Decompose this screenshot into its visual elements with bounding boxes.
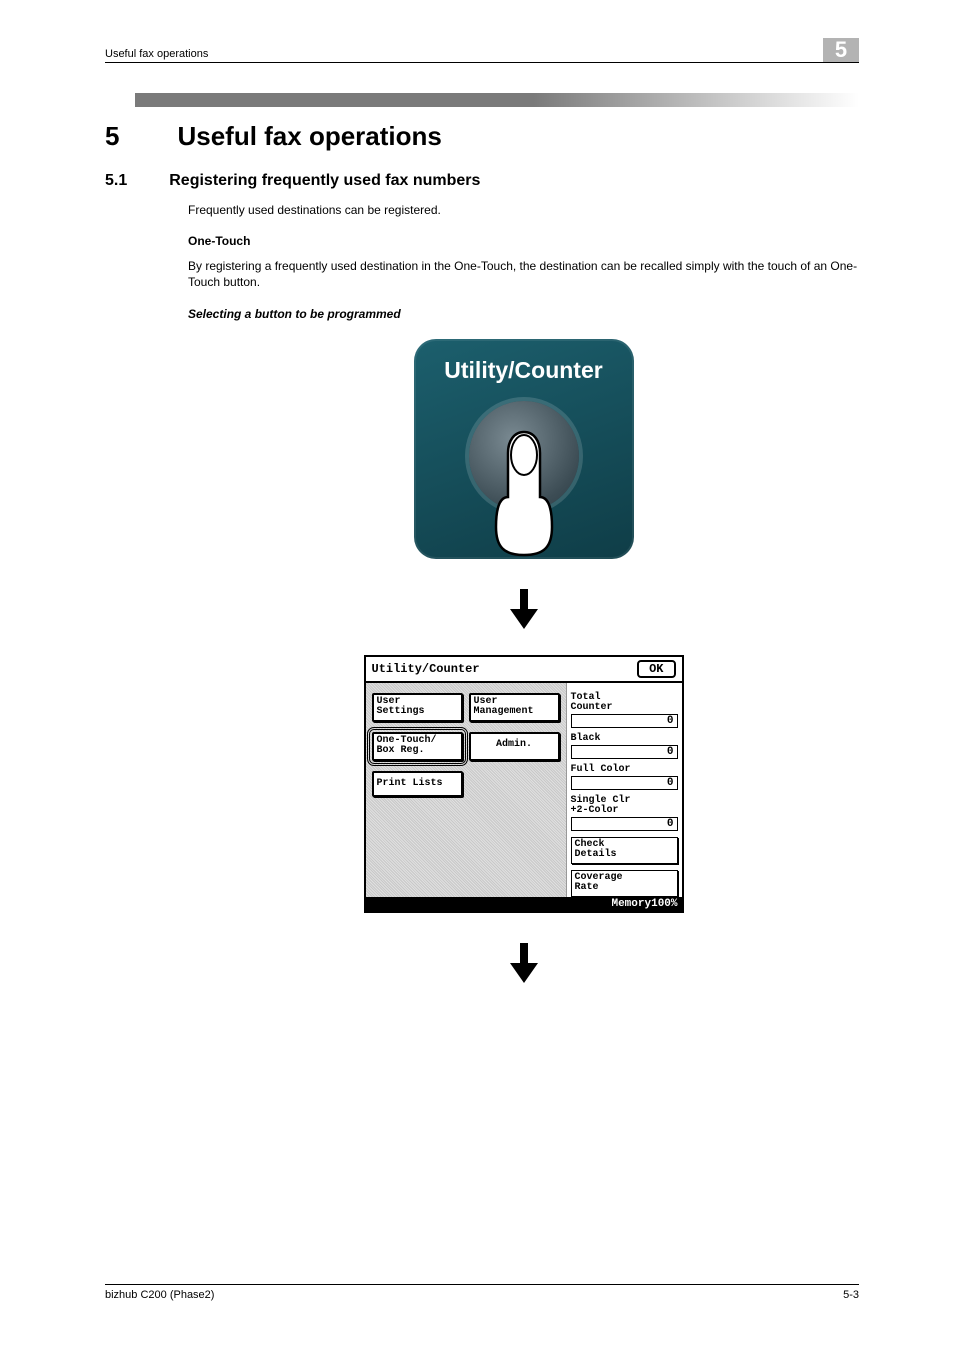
lcd-right-panel: Total Counter 0 Black 0 Full Color 0 Sin… xyxy=(566,683,682,897)
one-touch-heading: One-Touch xyxy=(188,234,859,248)
lcd-left-panel: User Settings User Management One-Touch/… xyxy=(366,683,566,897)
running-title: Useful fax operations xyxy=(105,48,208,60)
lcd-title: Utility/Counter xyxy=(372,662,480,676)
black-counter-label: Black xyxy=(571,734,678,744)
running-header: Useful fax operations 5 xyxy=(105,38,859,63)
full-color-label: Full Color xyxy=(571,765,678,775)
one-touch-body: By registering a frequently used destina… xyxy=(188,258,859,290)
admin-button[interactable]: Admin. xyxy=(469,732,560,761)
one-touch-box-reg-button[interactable]: One-Touch/ Box Reg. xyxy=(372,732,463,761)
check-details-button[interactable]: Check Details xyxy=(571,837,678,864)
chapter-badge: 5 xyxy=(823,38,859,62)
utility-counter-label: Utility/Counter xyxy=(414,357,634,384)
intro-text: Frequently used destinations can be regi… xyxy=(188,202,859,218)
full-color-value: 0 xyxy=(571,776,678,790)
ok-button[interactable]: OK xyxy=(637,660,675,678)
single-color-value: 0 xyxy=(571,817,678,831)
footer-left: bizhub C200 (Phase2) xyxy=(105,1289,214,1301)
chapter-heading: 5 Useful fax operations xyxy=(105,121,859,152)
down-arrow-icon xyxy=(510,943,538,983)
down-arrow-icon xyxy=(510,589,538,629)
user-settings-button[interactable]: User Settings xyxy=(372,693,463,722)
finger-press-icon xyxy=(484,427,564,557)
total-counter-value: 0 xyxy=(571,714,678,728)
section-number: 5.1 xyxy=(105,172,127,190)
total-counter-label: Total Counter xyxy=(571,693,678,713)
chapter-title: Useful fax operations xyxy=(177,121,441,152)
chapter-number: 5 xyxy=(105,121,119,152)
single-color-label: Single Clr +2-Color xyxy=(571,796,678,816)
print-lists-button[interactable]: Print Lists xyxy=(372,771,463,798)
footer-right: 5-3 xyxy=(843,1289,859,1301)
black-counter-value: 0 xyxy=(571,745,678,759)
utility-counter-button[interactable]: Utility/Counter xyxy=(414,339,634,559)
lcd-screen: Utility/Counter OK User Settings User Ma… xyxy=(364,655,684,913)
page-footer: bizhub C200 (Phase2) 5-3 xyxy=(105,1284,859,1301)
section-color-bar xyxy=(135,93,859,107)
section-title: Registering frequently used fax numbers xyxy=(169,172,480,190)
coverage-rate-button[interactable]: Coverage Rate xyxy=(571,870,678,897)
user-management-button[interactable]: User Management xyxy=(469,693,560,722)
memory-status: Memory100% xyxy=(366,897,682,911)
section-heading: 5.1 Registering frequently used fax numb… xyxy=(105,172,859,190)
selecting-heading: Selecting a button to be programmed xyxy=(188,307,859,321)
